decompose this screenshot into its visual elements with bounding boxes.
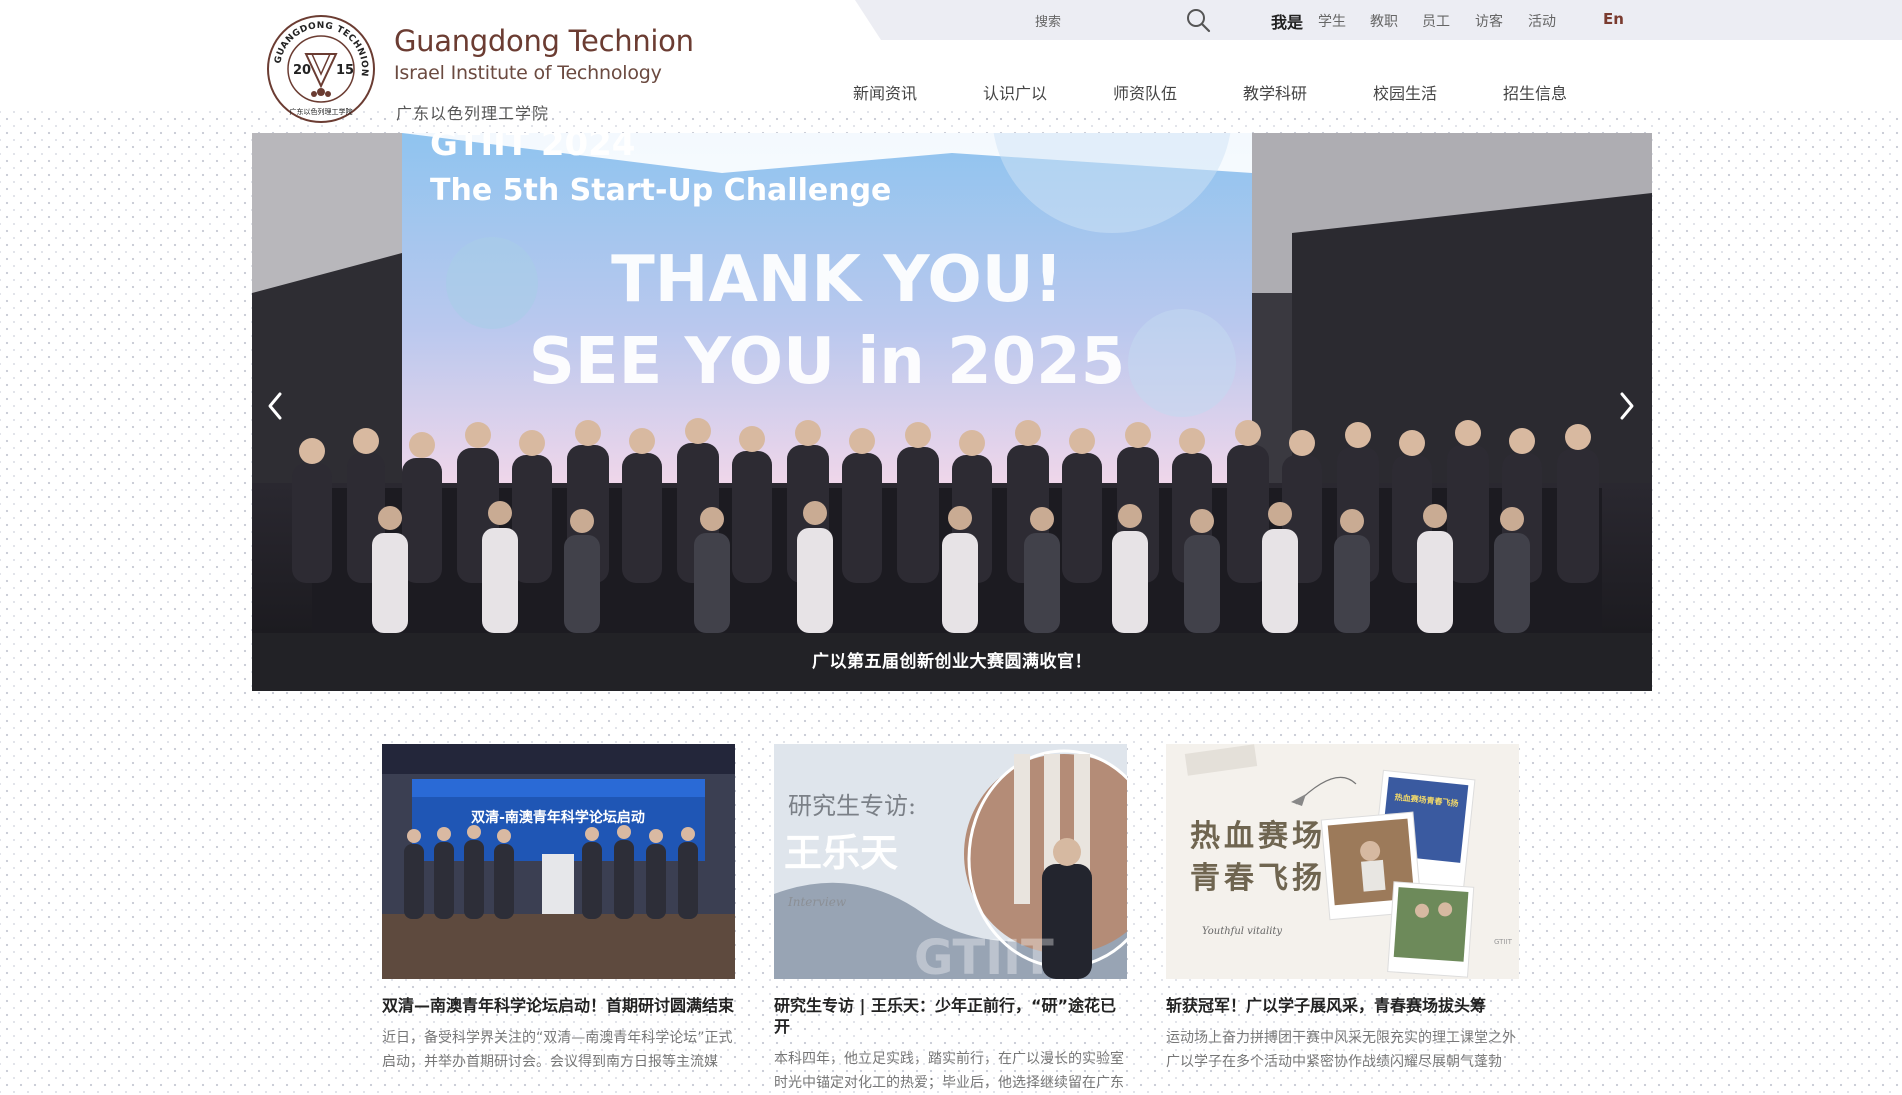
audience-events[interactable]: 活动	[1528, 11, 1556, 31]
news-card-image-tag: Youthful vitality	[1202, 926, 1282, 937]
hero-slide-line2: SEE YOU in 2025	[529, 325, 1125, 399]
news-card-title[interactable]: 双清—南澳青年科学论坛启动！首期研讨圆满结束	[382, 995, 735, 1016]
news-card[interactable]: 双清-南澳青年科学论坛启动 双清—南澳青年科学论坛启动！首期研讨圆满结束 近日，…	[382, 744, 735, 1074]
search-icon[interactable]	[1185, 7, 1211, 33]
news-card-image-mark: GTIIT	[1494, 938, 1513, 946]
news-card-image[interactable]: 热血赛场 青春飞扬 Youthful vitality 热血赛场青春飞扬 GTI…	[1166, 744, 1519, 979]
nav-research[interactable]: 教学科研	[1243, 80, 1307, 104]
logo-year-right: 15	[336, 63, 354, 78]
nav-admissions[interactable]: 招生信息	[1503, 80, 1567, 104]
hero-slide-image[interactable]: GTIIT 2024 The 5th Start-Up Challenge TH…	[252, 133, 1652, 633]
search-input[interactable]: 搜索	[1035, 11, 1061, 30]
audience-students[interactable]: 学生	[1318, 11, 1346, 31]
logo-year-left: 20	[293, 63, 311, 78]
language-switch[interactable]: En	[1603, 10, 1624, 28]
audience-label: 我是	[1271, 13, 1304, 32]
audience-faculty[interactable]: 教职	[1370, 11, 1398, 31]
carousel-next-button[interactable]	[1614, 386, 1640, 426]
nav-faculty[interactable]: 师资队伍	[1113, 80, 1177, 104]
news-card-image-line1: 热血赛场	[1190, 819, 1326, 854]
hero-caption[interactable]: 广以第五届创新创业大赛圆满收官！	[252, 633, 1652, 691]
nav-campus-life[interactable]: 校园生活	[1373, 80, 1437, 104]
logo-ring-text-cn: 广东以色列理工学院	[290, 107, 353, 116]
news-card-summary: 本科四年，他立足实践，踏实前行，在广以漫长的实验室时光中锚定对化工的热爱；毕业后…	[774, 1051, 1124, 1091]
news-card-image-line2: 青春飞扬	[1190, 861, 1326, 896]
chevron-left-icon	[268, 392, 282, 420]
news-card[interactable]: 热血赛场 青春飞扬 Youthful vitality 热血赛场青春飞扬 GTI…	[1166, 744, 1519, 1074]
news-card-image-banner: 双清-南澳青年科学论坛启动	[471, 809, 645, 826]
news-card-summary: 近日，备受科学界关注的“双清—南澳青年科学论坛”正式启动，并举办首期研讨会。会议…	[382, 1030, 733, 1070]
news-card-title[interactable]: 研究生专访 | 王乐天：少年正前行，“研”途花已开	[774, 995, 1127, 1037]
brand-name-line1[interactable]: Guangdong Technion	[394, 24, 694, 58]
audience-staff[interactable]: 员工	[1422, 11, 1450, 31]
nav-news[interactable]: 新闻资讯	[853, 80, 917, 104]
logo-emblem: GUANGDONG TECHNION 20 15 广东以色列理工学院	[267, 15, 375, 123]
logo[interactable]: GUANGDONG TECHNION 20 15 广东以色列理工学院	[266, 14, 376, 124]
news-card[interactable]: 研究生专访: 王乐天 Interview GTIIT 研究生专访 | 王乐天：少…	[774, 744, 1127, 1095]
news-card-image[interactable]: 双清-南澳青年科学论坛启动	[382, 744, 735, 979]
brand-name-line2[interactable]: Israel Institute of Technology	[394, 62, 662, 84]
news-card-image-heading: 研究生专访:	[788, 792, 916, 820]
carousel-prev-button[interactable]	[262, 386, 288, 426]
hero-carousel[interactable]: GTIIT 2024 The 5th Start-Up Challenge TH…	[252, 133, 1652, 691]
nav-about[interactable]: 认识广以	[983, 80, 1047, 104]
news-card-image-name: 王乐天	[784, 830, 898, 875]
news-card-image[interactable]: 研究生专访: 王乐天 Interview GTIIT	[774, 744, 1127, 979]
hero-slide-line1: THANK YOU!	[611, 243, 1063, 317]
news-card-summary: 运动场上奋力拼搏团干赛中风采无限充实的理工课堂之外广以学子在多个活动中紧密协作战…	[1166, 1030, 1516, 1070]
brand-name-cn[interactable]: 广东以色列理工学院	[396, 100, 549, 124]
hero-slide-subtitle: The 5th Start-Up Challenge	[430, 173, 891, 208]
news-card-title[interactable]: 斩获冠军！广以学子展风采，青春赛场拔头筹	[1166, 995, 1519, 1016]
audience-visitors[interactable]: 访客	[1475, 11, 1503, 31]
hero-slide-title: GTIIT 2024	[430, 133, 635, 164]
news-card-image-watermark: GTIIT	[914, 930, 1054, 979]
site-header: GUANGDONG TECHNION 20 15 广东以色列理工学院 Guang…	[0, 0, 1902, 123]
chevron-right-icon	[1620, 392, 1634, 420]
news-card-image-tag: Interview	[787, 895, 847, 909]
